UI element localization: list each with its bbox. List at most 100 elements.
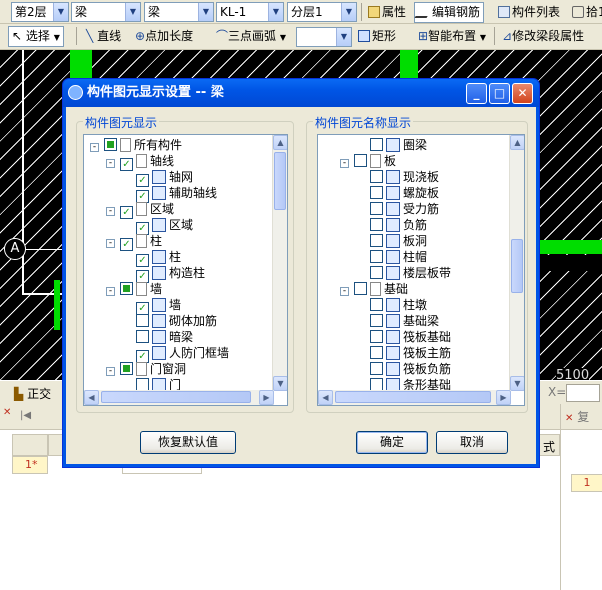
tree-checkbox[interactable] xyxy=(370,314,383,327)
scroll-right-icon[interactable]: ▶ xyxy=(259,390,274,405)
collapse-toggle-icon[interactable]: - xyxy=(90,143,99,152)
x-coord-input[interactable] xyxy=(566,384,600,402)
tree-checkbox[interactable] xyxy=(120,362,133,375)
scroll-thumb[interactable] xyxy=(335,391,491,403)
tree-checkbox[interactable] xyxy=(370,186,383,199)
tree-item[interactable]: ✓ 人防门框墙 xyxy=(136,345,229,363)
edit-rebar-button[interactable]: 编辑钢筋 xyxy=(414,2,485,23)
right-tree[interactable]: 圈梁 - 板现浇板 螺旋板 受力筋 负筋 板洞 柱帽 楼层板带 - 基础 柱墩 基础梁 筏板基础 筏板主筋筏… xyxy=(317,134,525,406)
tree-checkbox[interactable] xyxy=(136,314,149,327)
collapse-toggle-icon[interactable]: - xyxy=(106,207,115,216)
collapse-toggle-icon[interactable]: - xyxy=(106,367,115,376)
left-tree[interactable]: - 所有构件 - ✓ 轴线 ✓ 轴网 ✓ 辅助轴线 - ✓ 区域 ✓ 区域 - ✓ 柱 ✓ 柱 ✓ 构造柱 - 墙 ✓ 墙砌体加… xyxy=(83,134,288,406)
tree-checkbox[interactable] xyxy=(120,282,133,295)
close-button[interactable]: ✕ xyxy=(512,83,533,104)
collapse-toggle-icon[interactable]: - xyxy=(106,159,115,168)
cancel-button[interactable]: 取消 xyxy=(436,431,508,454)
tree-checkbox[interactable] xyxy=(104,138,117,151)
tree-item[interactable]: 砌体加筋 xyxy=(136,313,217,329)
tree-item[interactable]: - ✓ 柱 xyxy=(106,233,162,251)
tree-checkbox[interactable] xyxy=(370,298,383,311)
tree-item[interactable]: 现浇板 xyxy=(370,169,439,185)
tree-checkbox[interactable] xyxy=(136,330,149,343)
tree-checkbox[interactable] xyxy=(370,330,383,343)
tree-item[interactable]: 暗梁 xyxy=(136,329,193,345)
floor-select[interactable]: 第2层 ▼ xyxy=(11,2,69,22)
three-point-arc-button[interactable]: ⌒三点画弧 ▼ xyxy=(212,26,290,47)
scroll-thumb[interactable] xyxy=(101,391,251,403)
tree-item[interactable]: ✓ 区域 xyxy=(136,217,193,235)
arc-option-select[interactable]: ▼ xyxy=(296,27,352,47)
tree-checkbox[interactable] xyxy=(370,346,383,359)
pick-button[interactable]: 拾1 xyxy=(568,2,602,23)
first-page-icon[interactable]: |◀ xyxy=(20,410,31,421)
layer-select[interactable]: 分层1 ▼ xyxy=(287,2,357,22)
left-vertical-scrollbar[interactable]: ▲ ▼ xyxy=(272,135,287,391)
tree-item[interactable]: - 基础 xyxy=(340,281,408,297)
tree-item[interactable]: 柱墩 xyxy=(370,297,427,313)
tree-item[interactable]: 板洞 xyxy=(370,233,427,249)
right-vertical-scrollbar[interactable]: ▲ ▼ xyxy=(509,135,524,391)
close-icon[interactable]: ✕ xyxy=(565,413,573,424)
modify-segment-button[interactable]: ⊿修改梁段属性 xyxy=(498,26,588,47)
tree-checkbox[interactable] xyxy=(370,138,383,151)
ortho-toggle[interactable]: ▙ 正交 xyxy=(14,385,51,402)
rect-button[interactable]: 矩形 xyxy=(354,26,400,47)
right-horizontal-scrollbar[interactable]: ◀ ▶ xyxy=(318,390,511,405)
point-extend-button[interactable]: ⊕点加长度 xyxy=(131,26,197,47)
tree-checkbox[interactable]: ✓ xyxy=(120,158,133,171)
ok-button[interactable]: 确定 xyxy=(356,431,428,454)
collapse-toggle-icon[interactable]: - xyxy=(340,287,349,296)
properties-button[interactable]: 属性 xyxy=(364,2,410,23)
select-button[interactable]: ↖ 选择 ▼ xyxy=(8,26,64,47)
scroll-thumb[interactable] xyxy=(274,152,286,210)
scroll-thumb[interactable] xyxy=(511,239,523,293)
component-list-button[interactable]: 构件列表 xyxy=(494,2,564,23)
tree-item[interactable]: 圈梁 xyxy=(370,137,427,153)
tree-item[interactable]: - 门窗洞 xyxy=(106,361,186,377)
tree-item[interactable]: 筏板负筋 xyxy=(370,361,451,377)
tree-item[interactable]: ✓ 构造柱 xyxy=(136,265,205,283)
tree-checkbox[interactable] xyxy=(370,202,383,215)
tree-checkbox[interactable] xyxy=(370,234,383,247)
line-button[interactable]: ╲ 直线 xyxy=(82,26,125,47)
left-horizontal-scrollbar[interactable]: ◀ ▶ xyxy=(84,390,274,405)
subtype-select[interactable]: 梁 ▼ xyxy=(144,2,214,22)
tree-item[interactable]: - ✓ 轴线 xyxy=(106,153,174,171)
tree-item[interactable]: -墙 xyxy=(106,281,162,297)
tree-checkbox[interactable] xyxy=(354,282,367,295)
smart-layout-button[interactable]: ⊞智能布置 ▼ xyxy=(414,26,490,47)
tree-checkbox[interactable] xyxy=(370,266,383,279)
tree-checkbox[interactable]: ✓ xyxy=(120,238,133,251)
tree-item[interactable]: ✓ 柱 xyxy=(136,249,181,267)
tree-item[interactable]: ✓ 辅助轴线 xyxy=(136,185,217,203)
scroll-up-icon[interactable]: ▲ xyxy=(510,135,524,150)
tree-item[interactable]: - 所有构件 xyxy=(90,137,182,153)
tree-item[interactable]: 基础梁 xyxy=(370,313,439,329)
type-select[interactable]: 梁 ▼ xyxy=(71,2,141,22)
minimize-button[interactable]: _ xyxy=(466,83,487,104)
maximize-button[interactable]: □ xyxy=(489,83,510,104)
tree-item[interactable]: -板 xyxy=(340,153,396,169)
tree-item[interactable]: 负筋 xyxy=(370,217,427,233)
tree-checkbox[interactable] xyxy=(370,250,383,263)
scroll-up-icon[interactable]: ▲ xyxy=(273,135,287,150)
element-select[interactable]: KL-1 ▼ xyxy=(216,2,284,22)
right-row-cell[interactable]: 1 xyxy=(571,474,602,492)
tree-item[interactable]: 柱帽 xyxy=(370,249,427,265)
scroll-down-icon[interactable]: ▼ xyxy=(273,376,287,391)
scroll-left-icon[interactable]: ◀ xyxy=(84,390,99,405)
dialog-title-bar[interactable]: 构件图元显示设置 -- 梁 _ □ ✕ xyxy=(63,79,539,107)
scroll-right-icon[interactable]: ▶ xyxy=(496,390,511,405)
collapse-toggle-icon[interactable]: - xyxy=(340,159,349,168)
collapse-toggle-icon[interactable]: - xyxy=(106,287,115,296)
tree-item[interactable]: 楼层板带 xyxy=(370,265,451,281)
row-marker[interactable]: 1* xyxy=(12,456,48,474)
close-icon[interactable]: ✕ xyxy=(3,407,11,418)
tree-item[interactable]: 筏板基础 xyxy=(370,329,451,345)
right-tab-label[interactable]: 复 xyxy=(577,410,589,424)
tree-item[interactable]: ✓ 轴网 xyxy=(136,169,193,187)
tree-item[interactable]: 筏板主筋 xyxy=(370,345,451,361)
restore-defaults-button[interactable]: 恢复默认值 xyxy=(140,431,236,454)
tree-checkbox[interactable] xyxy=(370,170,383,183)
